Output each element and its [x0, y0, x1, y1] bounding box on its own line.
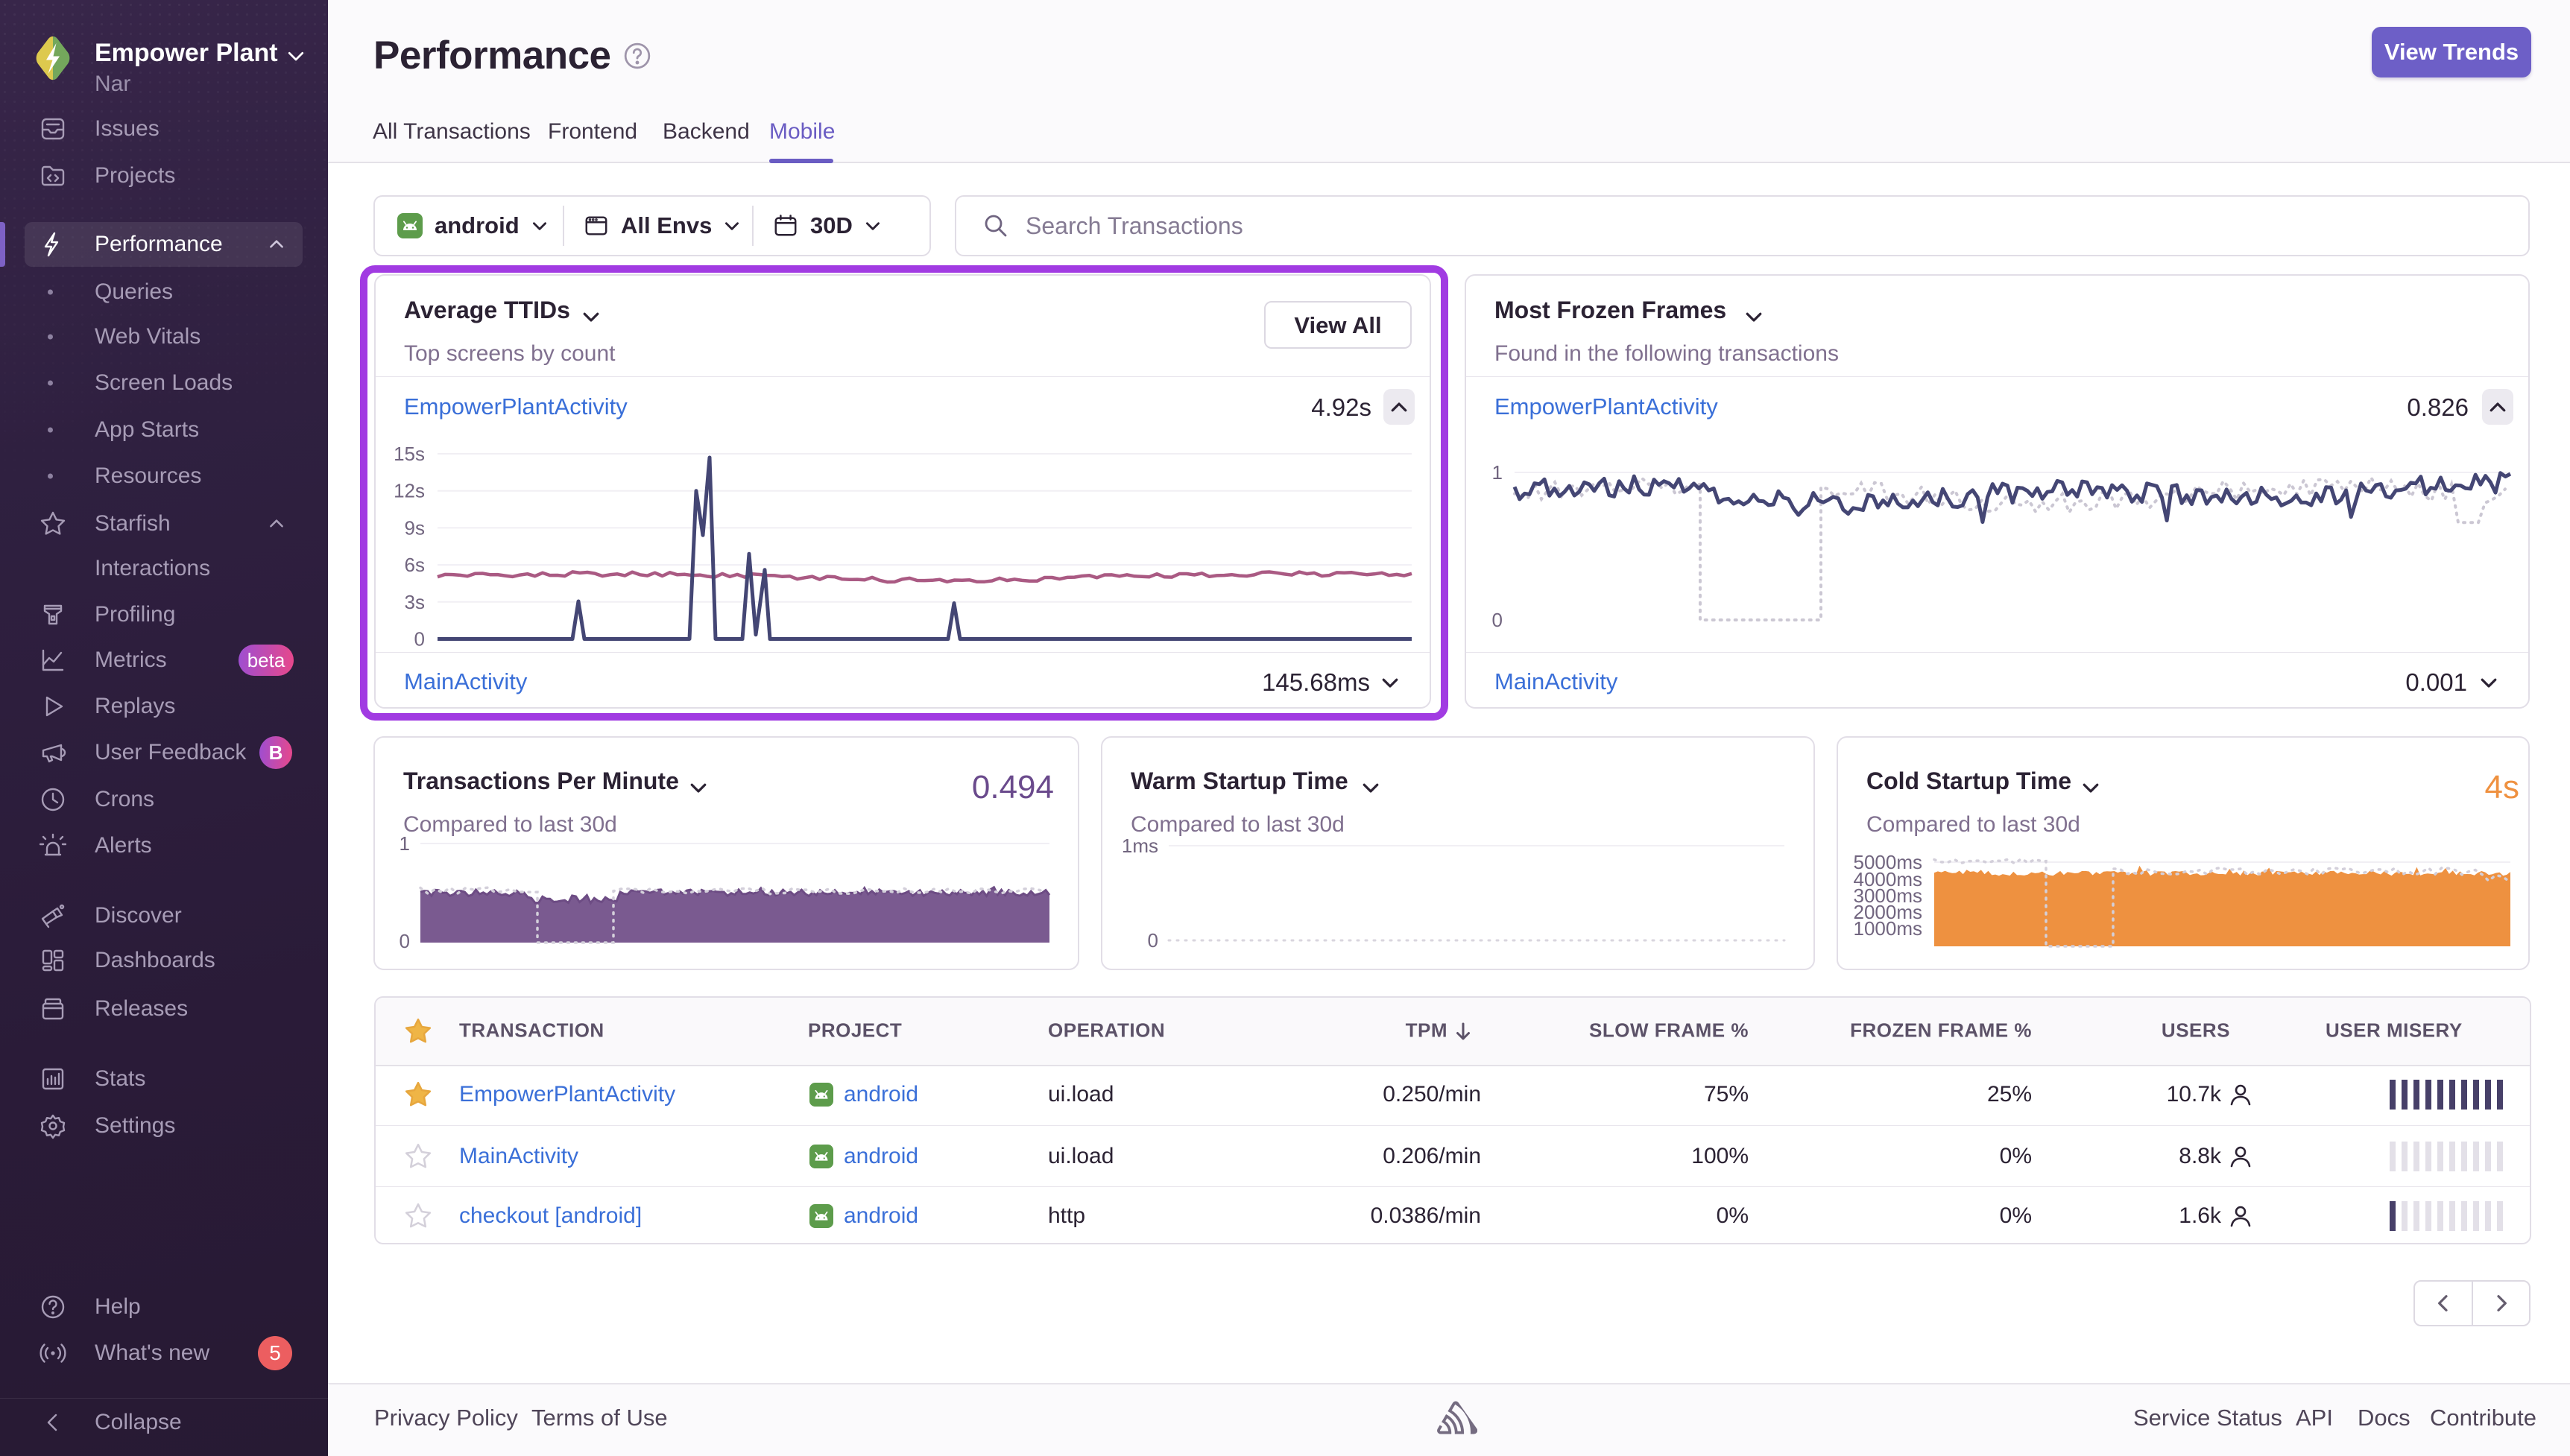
svg-text:15s: 15s	[394, 443, 425, 465]
svg-text:9s: 9s	[405, 516, 425, 539]
svg-text:0: 0	[414, 628, 425, 651]
svg-text:6s: 6s	[405, 554, 425, 576]
svg-text:12s: 12s	[394, 480, 425, 502]
svg-text:1ms: 1ms	[1122, 835, 1158, 857]
svg-text:0: 0	[400, 930, 410, 952]
svg-text:3s: 3s	[405, 591, 425, 613]
svg-text:0: 0	[1492, 609, 1503, 631]
svg-text:1000ms: 1000ms	[1854, 917, 1923, 940]
svg-text:0: 0	[1148, 929, 1158, 952]
svg-text:1: 1	[1492, 461, 1503, 484]
svg-text:1: 1	[400, 835, 410, 855]
